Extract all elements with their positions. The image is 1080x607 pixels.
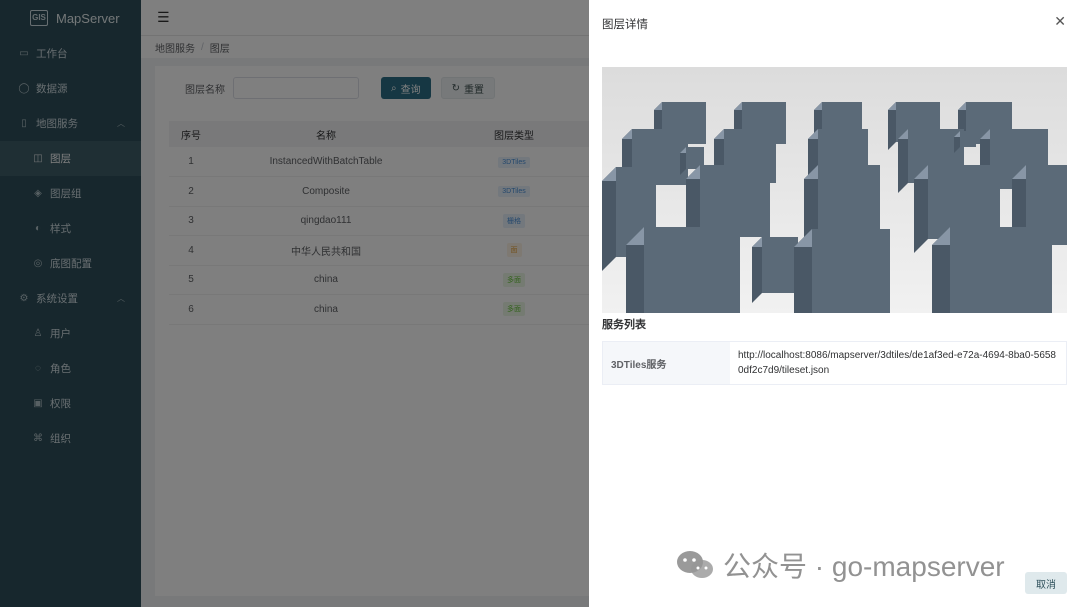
building-front: [950, 227, 1052, 313]
service-type-label: 3DTiles服务: [603, 342, 730, 384]
wechat-icon: [677, 551, 713, 578]
3d-buildings-scene: [602, 67, 1067, 313]
building-front: [762, 237, 798, 293]
building-front: [644, 227, 740, 313]
wechat-watermark: 公众号 · go-mapserver: [675, 545, 1005, 585]
drawer-title: 图层详情: [602, 19, 648, 31]
building-front: [812, 229, 890, 313]
close-icon[interactable]: ✕: [1054, 13, 1066, 30]
service-list-table: 3DTiles服务 http://localhost:8086/mapserve…: [602, 341, 1067, 385]
drawer-overlay[interactable]: [0, 0, 589, 607]
building-front: [700, 165, 770, 237]
cancel-button[interactable]: 取消: [1025, 572, 1067, 594]
service-url[interactable]: http://localhost:8086/mapserver/3dtiles/…: [730, 342, 1066, 384]
watermark-text: 公众号 · go-mapserver: [723, 551, 1005, 582]
service-list-title: 服务列表: [602, 319, 646, 331]
building-front: [960, 131, 976, 147]
building-front: [818, 165, 880, 229]
layer-detail-drawer: 图层详情 ✕ 服务列表 3DTiles服务 http://localhost:8…: [589, 0, 1080, 607]
3d-preview-viewer[interactable]: [602, 67, 1067, 313]
building-side: [602, 167, 616, 271]
